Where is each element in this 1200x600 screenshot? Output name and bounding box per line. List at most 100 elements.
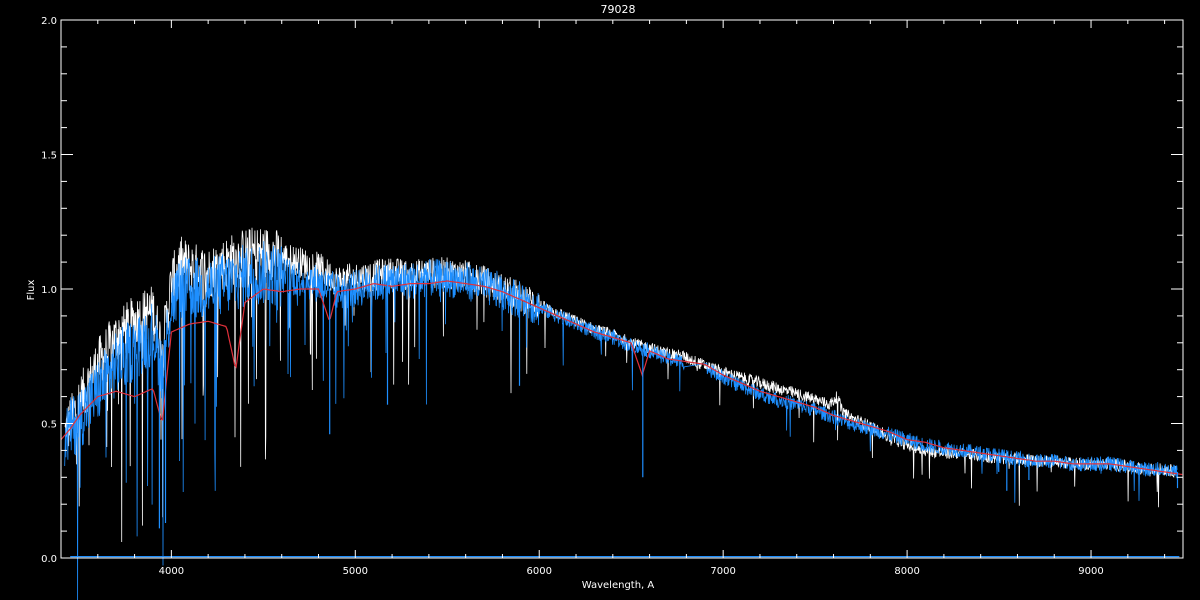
series-2-point [208, 321, 209, 322]
series-2-point [152, 388, 153, 389]
series-2-point [962, 450, 963, 451]
series-1-point [392, 280, 393, 281]
series-2-point [392, 286, 393, 287]
series-2-point [410, 283, 411, 284]
series-2-point [557, 315, 558, 316]
series-1-point [428, 278, 429, 279]
chart-title: 79028 [601, 3, 636, 16]
series-1-point [708, 369, 709, 370]
series-2-point [235, 369, 236, 370]
series-2-point [189, 323, 190, 324]
x-tick-label: 4000 [159, 566, 184, 577]
series-2-point [1109, 463, 1110, 464]
series-1-point [410, 280, 411, 281]
y-tick-label: 0.5 [41, 420, 57, 431]
x-tick-label: 8000 [894, 566, 919, 577]
series-0-point [851, 418, 852, 419]
series-1-point [1164, 469, 1165, 470]
series-1-point [829, 415, 830, 416]
series-1-point [171, 302, 172, 303]
series-2-point [263, 288, 264, 289]
series-2-point [70, 428, 71, 429]
series-2-point [575, 323, 576, 324]
series-1-point [281, 275, 282, 276]
series-0-point [829, 404, 830, 405]
series-2-point [447, 280, 448, 281]
series-0-point [134, 321, 135, 322]
series-1-point [837, 418, 838, 419]
series-1-point [134, 348, 135, 349]
x-tick-label: 9000 [1078, 566, 1103, 577]
series-2-point [1164, 471, 1165, 472]
y-axis-label: Flux [26, 280, 37, 301]
series-0-point [152, 310, 153, 311]
series-1-point [226, 283, 227, 284]
series-2-point [171, 331, 172, 332]
series-1-point [778, 399, 779, 400]
series-1-point [116, 364, 117, 365]
series-1-point [208, 288, 209, 289]
series-1-point [97, 391, 98, 392]
x-axis-label: Wavelength, A [582, 580, 655, 591]
series-2-point [162, 423, 163, 424]
series-0-point [171, 283, 172, 284]
series-1-point [925, 444, 926, 445]
series-2-point [79, 415, 80, 416]
series-2-point [631, 342, 632, 343]
series-2-point [226, 326, 227, 327]
series-0-point [682, 356, 683, 357]
series-2-point [244, 302, 245, 303]
series-2-point [355, 288, 356, 289]
series-1-point [180, 288, 181, 289]
series-0-point [815, 399, 816, 400]
series-2-point [851, 420, 852, 421]
series-0-point [162, 348, 163, 349]
series-1-point [152, 331, 153, 332]
series-1-point [189, 288, 190, 289]
series-2-point [300, 288, 301, 289]
series-0-point [796, 393, 797, 394]
series-2-point [281, 291, 282, 292]
series-1-point [79, 418, 80, 419]
series-0-point [907, 444, 908, 445]
series-2-point [318, 288, 319, 289]
series-2-point [483, 286, 484, 287]
series-1-point [318, 283, 319, 284]
series-1-point [741, 385, 742, 386]
x-tick-label: 5000 [343, 566, 368, 577]
series-2-point [796, 401, 797, 402]
series-1-point [263, 272, 264, 273]
y-tick-label: 1.0 [41, 285, 57, 296]
series-1-point [162, 369, 163, 370]
series-0-point [842, 412, 843, 413]
series-1-point [465, 280, 466, 281]
series-2-point [1017, 458, 1018, 459]
series-2-point [1146, 469, 1147, 470]
series-1-point [851, 423, 852, 424]
spectrum-chart: 79028 4000 5000 6000 7000 8000 9000 0.0 0.5 1.0 1… [0, 0, 1200, 600]
series-2-point [1127, 466, 1128, 467]
series-2-point [373, 283, 374, 284]
series-2-point [741, 383, 742, 384]
series-1-point [870, 428, 871, 429]
series-1-point [447, 278, 448, 279]
series-1-point [723, 377, 724, 378]
series-1-point [815, 409, 816, 410]
series-2-point [428, 283, 429, 284]
series-0-point [649, 348, 650, 349]
series-2-point [594, 331, 595, 332]
series-2-point [833, 415, 834, 416]
series-2-point [539, 307, 540, 308]
series-2-point [686, 361, 687, 362]
series-2-point [612, 337, 613, 338]
series-2-point [134, 396, 135, 397]
series-0-point [300, 262, 301, 263]
series-2-point [980, 453, 981, 454]
series-2-point [815, 407, 816, 408]
series-1-point [796, 404, 797, 405]
series-1-point [244, 275, 245, 276]
series-1-point [842, 420, 843, 421]
series-2-point [723, 375, 724, 376]
series-0-point [97, 364, 98, 365]
series-0-point [373, 275, 374, 276]
